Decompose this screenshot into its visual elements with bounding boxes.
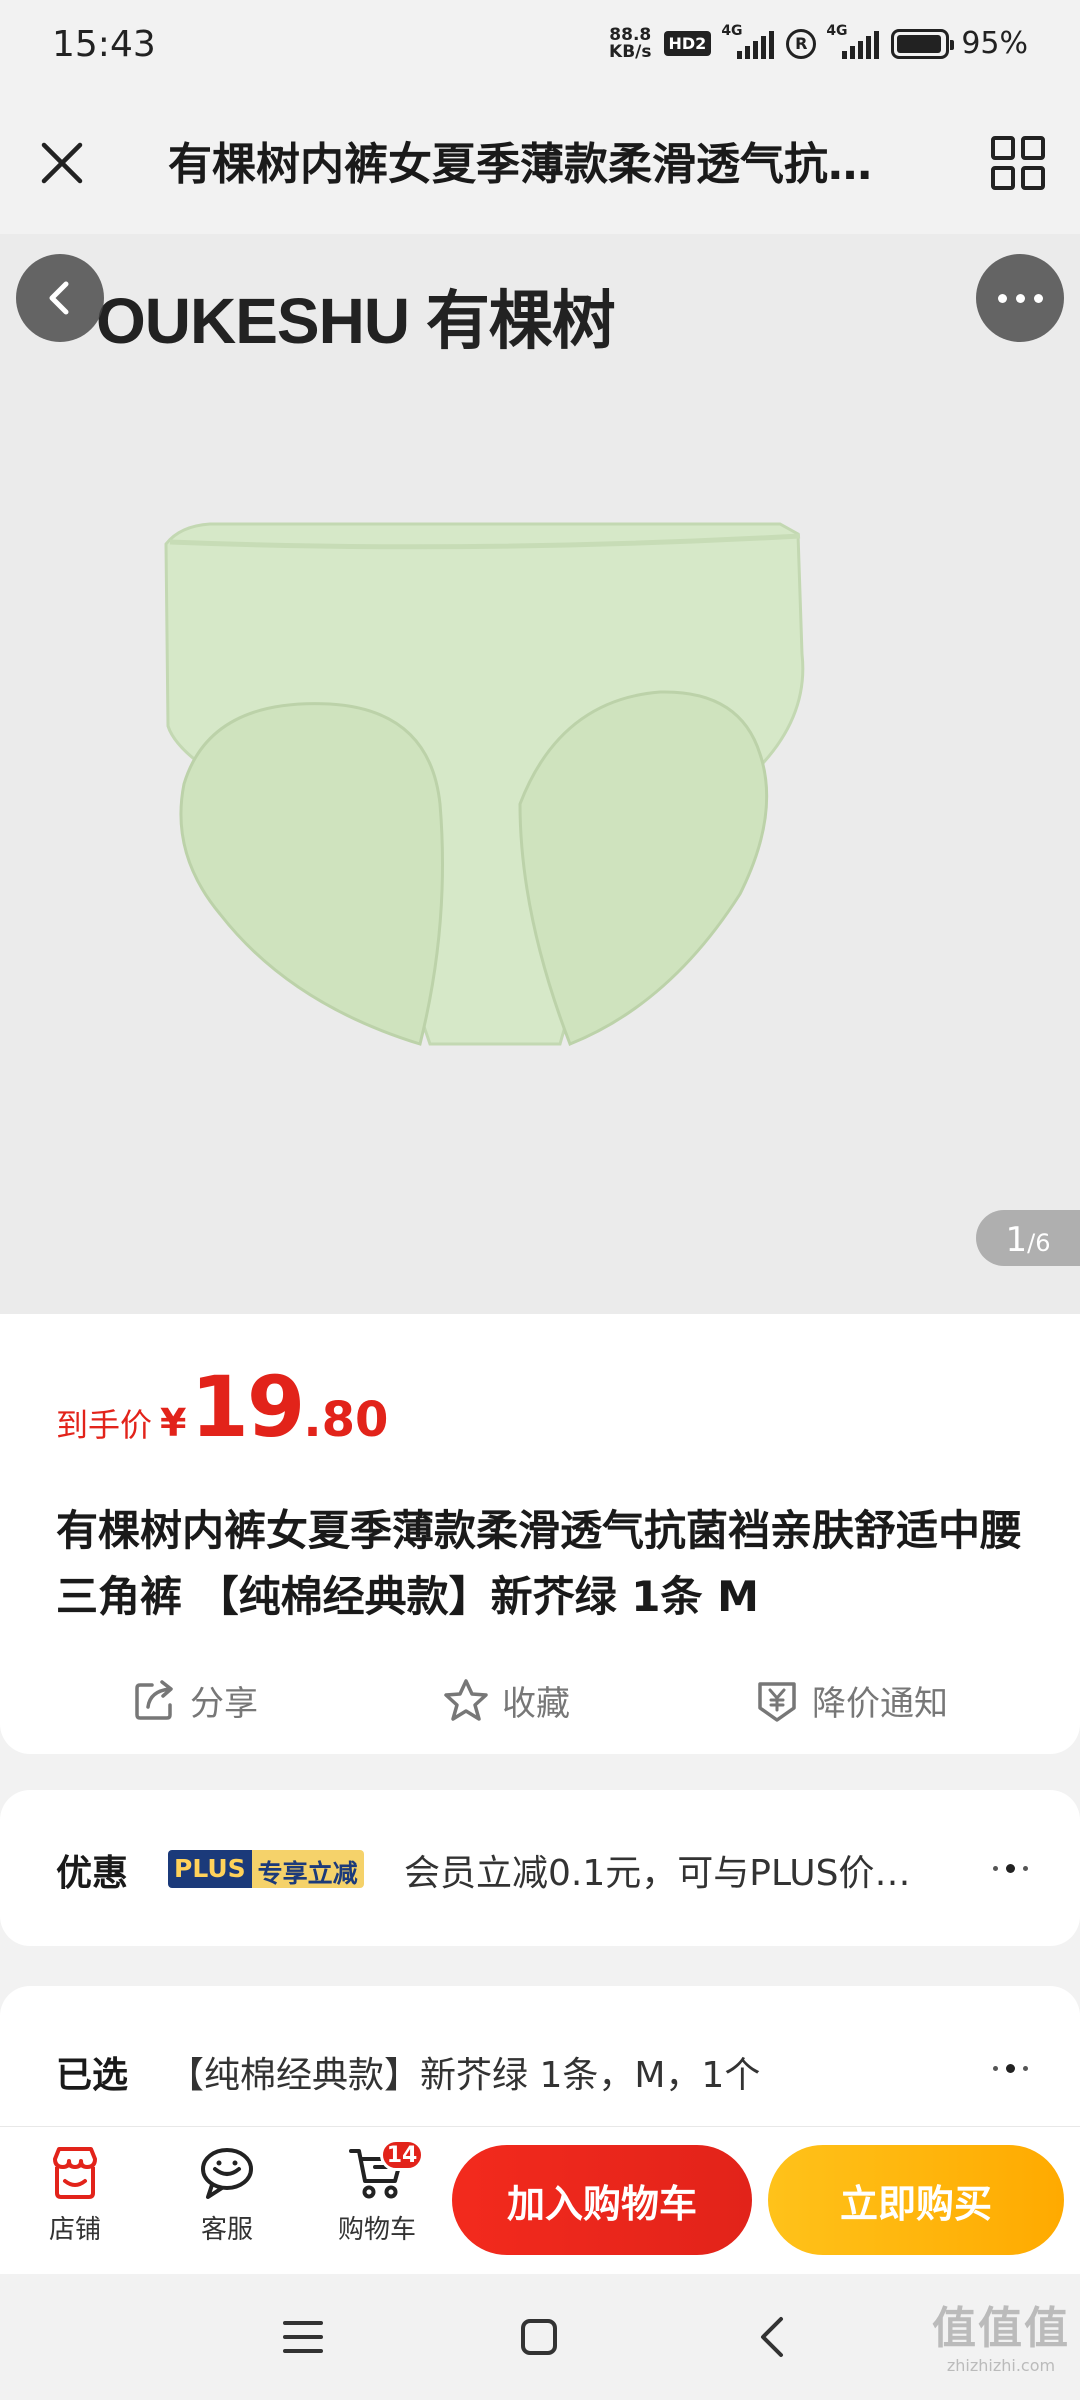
plus-badge: PLUS 专享立减 <box>168 1850 364 1888</box>
cart-tab[interactable]: 14 购物车 <box>322 2139 432 2246</box>
brand-logo: OUKESHU 有棵树 <box>96 285 616 357</box>
promo-label: 优惠 <box>56 1853 129 1894</box>
selected-spec-row[interactable]: 已选 【纯棉经典款】新芥绿 1条，M，1个 <box>0 1986 1080 2126</box>
product-info-card: 到手价 ¥ 19 .80 有棵树内裤女夏季薄款柔滑透气抗菌裆亲肤舒适中腰三角裤 … <box>0 1314 1080 1754</box>
chevron-left-icon <box>49 281 69 315</box>
price-alert-button[interactable]: 降价通知 <box>754 1676 948 1725</box>
price-symbol: ¥ <box>160 1401 187 1445</box>
favorite-button[interactable]: 收藏 <box>442 1676 570 1725</box>
status-time: 15:43 <box>52 24 156 65</box>
system-nav-bar: 值值值 zhizhizhi.com <box>0 2274 1080 2400</box>
product-title: 有棵树内裤女夏季薄款柔滑透气抗菌裆亲肤舒适中腰三角裤 【纯棉经典款】新芥绿 1条… <box>56 1506 1023 1621</box>
page-header: 有棵树内裤女夏季薄款柔滑透气抗菌裆亲肤舒适中腰三角裤 <box>0 92 1080 234</box>
battery-percent: 95% <box>961 26 1028 61</box>
buy-now-button[interactable]: 立即购买 <box>768 2145 1064 2255</box>
bottom-action-bar: 店铺 客服 14 购物车 加入购物车 立即购买 <box>0 2126 1080 2274</box>
page-title: 有棵树内裤女夏季薄款柔滑透气抗菌裆亲肤舒适中腰三角裤 <box>168 139 888 190</box>
selected-more-button[interactable] <box>980 2048 1040 2088</box>
menu-icon <box>283 2321 323 2353</box>
network-speed: 88.8 KB/s <box>609 24 652 62</box>
store-tab[interactable]: 店铺 <box>20 2145 130 2246</box>
close-icon <box>41 142 83 184</box>
battery-icon <box>891 28 955 59</box>
promo-text: 会员立减0.1元，可与PLUS价叠加使用 <box>404 1853 944 1894</box>
more-dots-icon <box>992 2065 998 2071</box>
status-bar: 15:43 88.8 KB/s HD2 4G R 4G 95% <box>0 0 1080 92</box>
price-alert-icon <box>758 1682 796 1722</box>
product-image <box>164 522 805 1046</box>
share-button[interactable]: 分享 <box>132 1676 258 1725</box>
grid-icon <box>991 136 1045 190</box>
home-icon <box>521 2319 557 2355</box>
promo-row[interactable]: 优惠 PLUS 专享立减 会员立减0.1元，可与PLUS价叠加使用 <box>0 1790 1080 1946</box>
menu-button[interactable] <box>270 2304 336 2370</box>
store-icon <box>53 2147 97 2199</box>
promo-more-button[interactable] <box>980 1848 1040 1888</box>
grid-button[interactable] <box>982 127 1054 199</box>
more-dots-icon <box>992 1865 998 1871</box>
service-tab[interactable]: 客服 <box>172 2145 282 2246</box>
close-button[interactable] <box>26 127 98 199</box>
price-label: 到手价 <box>56 1406 153 1444</box>
home-button[interactable] <box>506 2304 572 2370</box>
page-indicator: 1 /6 <box>976 1210 1080 1266</box>
product-gallery[interactable]: OUKESHU 有棵树 1 /6 <box>0 234 1080 1314</box>
selected-label: 已选 <box>56 2055 129 2096</box>
signal-icon: 4G <box>721 23 775 59</box>
price-integer: 19 <box>190 1358 305 1456</box>
chat-icon <box>201 2148 253 2199</box>
cart-count-badge: 14 <box>380 2139 424 2171</box>
back-button[interactable] <box>16 254 104 342</box>
roaming-icon: R <box>786 28 817 59</box>
add-to-cart-button[interactable]: 加入购物车 <box>452 2145 752 2255</box>
selected-spec-text: 【纯棉经典款】新芥绿 1条，M，1个 <box>168 2055 761 2096</box>
status-icons: 88.8 KB/s HD2 4G R 4G 95% <box>609 23 1028 62</box>
back-icon <box>761 2317 783 2357</box>
system-back-button[interactable] <box>740 2304 806 2370</box>
price-decimal: .80 <box>303 1392 389 1448</box>
product-actions: 分享 收藏 降价通知 <box>0 1660 1080 1740</box>
more-button[interactable] <box>976 254 1064 342</box>
share-icon <box>135 1680 173 1720</box>
hd-badge: HD2 <box>663 31 712 56</box>
signal-icon-2: 4G <box>826 23 880 59</box>
more-icon <box>997 293 1007 303</box>
watermark: 值值值 zhizhizhi.com <box>932 2303 1070 2375</box>
price-row: 到手价 ¥ 19 .80 <box>56 1358 388 1456</box>
star-icon <box>444 1679 488 1721</box>
